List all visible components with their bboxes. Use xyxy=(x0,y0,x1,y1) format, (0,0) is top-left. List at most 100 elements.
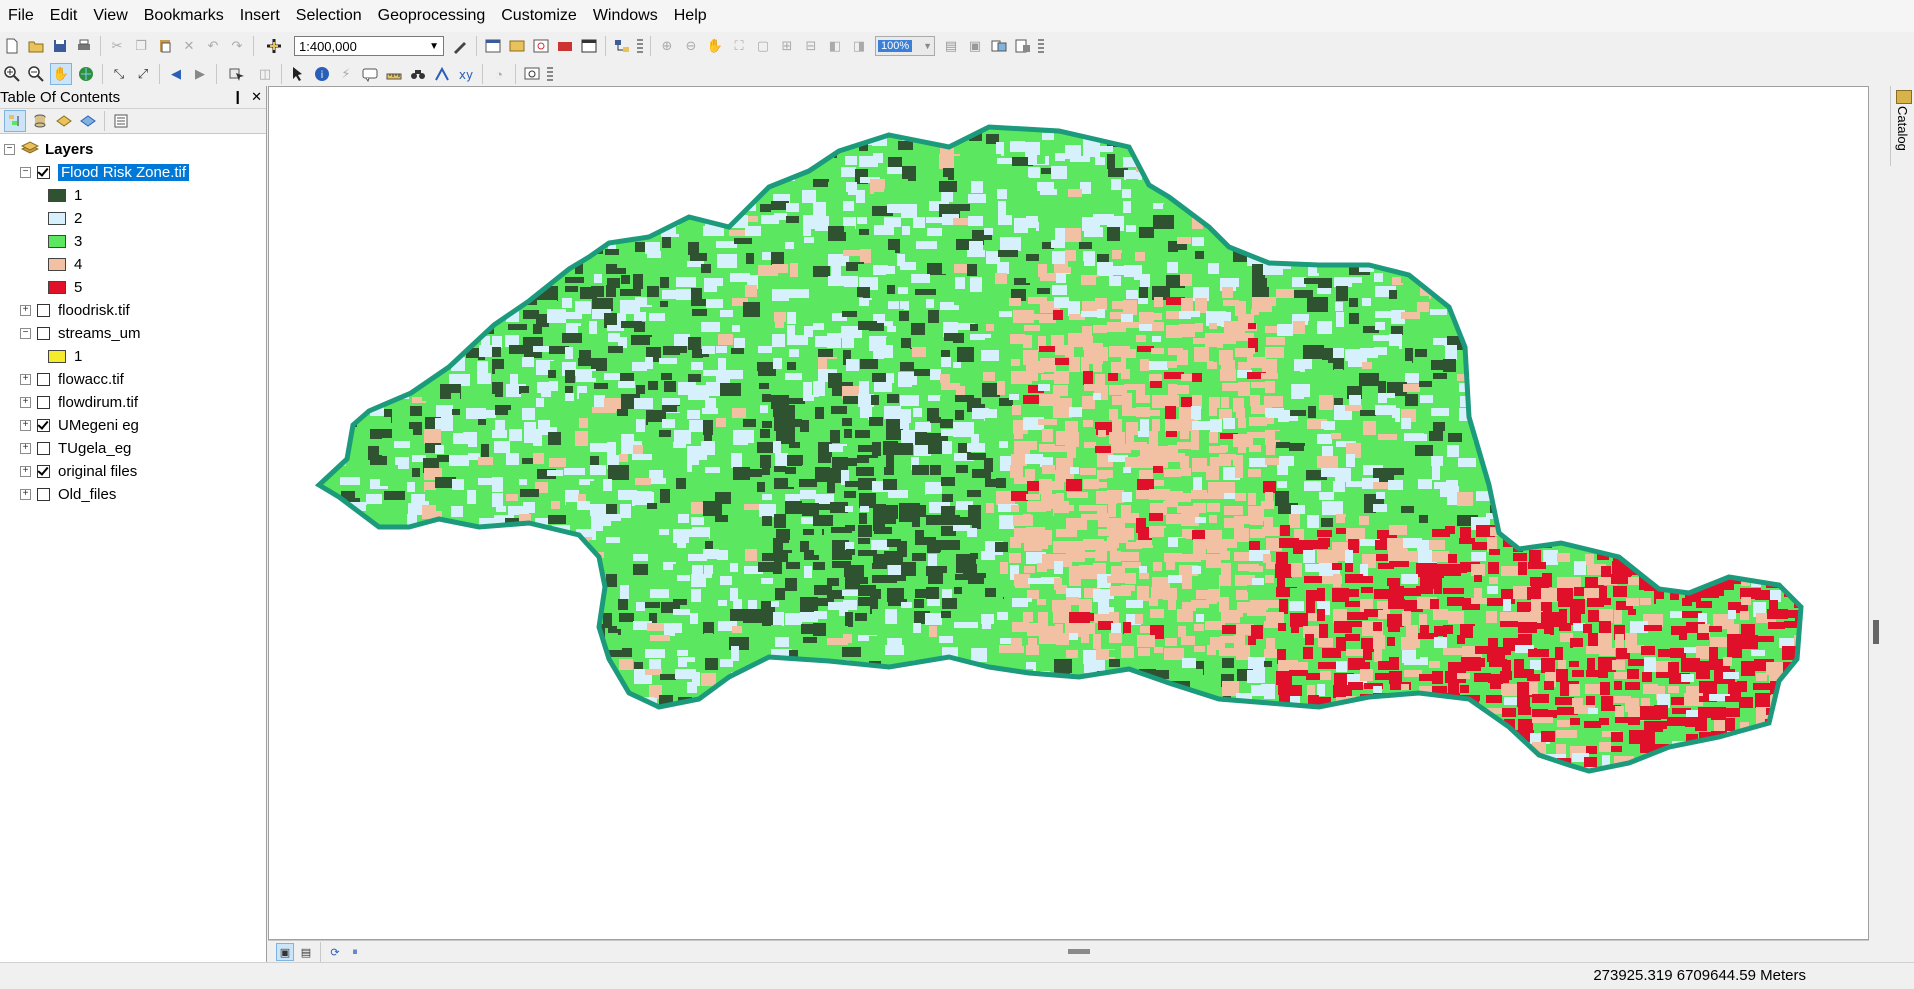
menu-windows[interactable]: Windows xyxy=(585,0,666,32)
focus-data-frame-icon[interactable]: ▣ xyxy=(965,36,985,56)
new-document-icon[interactable] xyxy=(2,36,22,56)
next-extent-icon[interactable]: ◨ xyxy=(849,36,869,56)
toggle-draft-mode-icon[interactable]: ▤ xyxy=(941,36,961,56)
full-extent-icon[interactable] xyxy=(76,64,96,84)
layer-visibility-checkbox[interactable] xyxy=(37,418,50,432)
refresh-icon[interactable]: ⟳ xyxy=(327,944,343,960)
layout-zoom-in-icon[interactable]: ⊕ xyxy=(657,36,677,56)
layer-row[interactable]: − Flood Risk Zone.tif xyxy=(20,161,191,183)
layer-row[interactable]: − streams_um xyxy=(20,322,141,344)
layer-visibility-checkbox[interactable] xyxy=(37,487,50,501)
table-of-contents-window-icon[interactable] xyxy=(483,36,503,56)
time-slider-icon[interactable]: ◔ xyxy=(489,64,509,84)
expand-icon[interactable]: + xyxy=(20,442,31,454)
menu-file[interactable]: File xyxy=(0,0,42,32)
zoom-whole-page-icon[interactable]: ⛶ xyxy=(729,36,749,56)
editor-toolbar-icon[interactable] xyxy=(450,36,470,56)
layer-name[interactable]: floodrisk.tif xyxy=(58,302,130,319)
layer-visibility-checkbox[interactable] xyxy=(37,303,50,317)
print-icon[interactable] xyxy=(74,36,94,56)
find-route-icon[interactable] xyxy=(432,64,452,84)
layer-visibility-checkbox[interactable] xyxy=(37,372,50,386)
expand-icon[interactable]: + xyxy=(20,419,31,431)
pin-icon[interactable]: ❙ xyxy=(232,89,243,105)
layer-name[interactable]: TUgela_eg xyxy=(58,440,131,457)
layer-name[interactable]: original files xyxy=(58,463,137,480)
layout-pan-icon[interactable]: ✋ xyxy=(705,36,725,56)
fixed-zoom-in-icon[interactable]: ⤡ xyxy=(109,64,129,84)
layer-row[interactable]: + UMegeni eg xyxy=(20,414,139,436)
search-window-icon[interactable] xyxy=(531,36,551,56)
horizontal-scroll-grip[interactable] xyxy=(1068,949,1090,954)
pause-drawing-icon[interactable]: ⏸ xyxy=(347,944,363,960)
undo-icon[interactable]: ↶ xyxy=(203,36,223,56)
layer-row[interactable]: + flowdirum.tif xyxy=(20,391,138,413)
pan-icon[interactable]: ✋ xyxy=(50,63,72,85)
toolbar-overflow-grip[interactable] xyxy=(547,67,553,81)
change-layout-icon[interactable] xyxy=(989,36,1009,56)
go-forward-extent-icon[interactable]: ▶ xyxy=(190,64,210,84)
layers-root[interactable]: − Layers xyxy=(4,138,93,160)
menu-geoprocessing[interactable]: Geoprocessing xyxy=(370,0,494,32)
fixed-zoom-out-icon[interactable]: ⊟ xyxy=(801,36,821,56)
legend-swatch[interactable] xyxy=(48,257,66,271)
toolbar-overflow-grip[interactable] xyxy=(637,39,643,53)
collapse-icon[interactable]: − xyxy=(20,327,31,339)
menu-view[interactable]: View xyxy=(85,0,135,32)
save-icon[interactable] xyxy=(50,36,70,56)
collapse-icon[interactable]: − xyxy=(4,143,15,155)
layer-visibility-checkbox[interactable] xyxy=(37,165,50,179)
list-by-visibility-icon[interactable] xyxy=(54,111,74,131)
clear-selection-icon[interactable]: ◫ xyxy=(255,64,275,84)
legend-swatch[interactable] xyxy=(48,349,66,363)
redo-icon[interactable]: ↷ xyxy=(227,36,247,56)
expand-icon[interactable]: + xyxy=(20,396,31,408)
expand-icon[interactable]: + xyxy=(20,488,31,500)
layout-view-icon[interactable]: ▤ xyxy=(298,944,314,960)
identify-icon[interactable]: i xyxy=(312,64,332,84)
map-scale-dropdown[interactable]: 1:400,000 ▼ xyxy=(294,36,444,56)
model-builder-icon[interactable] xyxy=(612,36,632,56)
menu-bookmarks[interactable]: Bookmarks xyxy=(136,0,232,32)
viewer-window-icon[interactable] xyxy=(522,64,542,84)
layer-name[interactable]: flowdirum.tif xyxy=(58,394,138,411)
legend-swatch[interactable] xyxy=(48,188,66,202)
zoom-out-icon[interactable] xyxy=(26,64,46,84)
find-icon[interactable] xyxy=(408,64,428,84)
layout-zoom-out-icon[interactable]: ⊖ xyxy=(681,36,701,56)
layer-name[interactable]: flowacc.tif xyxy=(58,371,124,388)
go-back-extent-icon[interactable]: ◀ xyxy=(166,64,186,84)
menu-customize[interactable]: Customize xyxy=(493,0,585,32)
menu-insert[interactable]: Insert xyxy=(232,0,288,32)
open-folder-icon[interactable] xyxy=(26,36,46,56)
expand-icon[interactable]: + xyxy=(20,304,31,316)
measure-icon[interactable] xyxy=(384,64,404,84)
cut-icon[interactable]: ✂ xyxy=(107,36,127,56)
arctoolbox-icon[interactable] xyxy=(555,36,575,56)
fixed-zoom-in-icon[interactable]: ⊞ xyxy=(777,36,797,56)
copy-icon[interactable]: ❐ xyxy=(131,36,151,56)
zoom-100-percent-icon[interactable]: ▢ xyxy=(753,36,773,56)
expand-icon[interactable]: + xyxy=(20,373,31,385)
python-window-icon[interactable] xyxy=(579,36,599,56)
fixed-zoom-out-icon[interactable]: ⤢ xyxy=(133,64,153,84)
close-icon[interactable]: ✕ xyxy=(251,89,262,105)
layer-visibility-checkbox[interactable] xyxy=(37,326,50,340)
layer-row[interactable]: + TUgela_eg xyxy=(20,437,131,459)
paste-icon[interactable] xyxy=(155,36,175,56)
layer-visibility-checkbox[interactable] xyxy=(37,441,50,455)
list-by-drawing-order-icon[interactable] xyxy=(4,110,26,132)
html-popup-icon[interactable] xyxy=(360,64,380,84)
layout-zoom-dropdown[interactable]: 100% ▼ xyxy=(875,36,935,56)
menu-edit[interactable]: Edit xyxy=(42,0,86,32)
layer-row[interactable]: + Old_files xyxy=(20,483,116,505)
collapse-icon[interactable]: − xyxy=(20,166,31,178)
data-view-icon[interactable]: ▣ xyxy=(276,943,294,961)
legend-swatch[interactable] xyxy=(48,234,66,248)
data-driven-pages-icon[interactable] xyxy=(1013,36,1033,56)
zoom-in-icon[interactable] xyxy=(2,64,22,84)
legend-swatch[interactable] xyxy=(48,211,66,225)
catalog-side-tab[interactable]: Catalog xyxy=(1890,86,1914,166)
menu-selection[interactable]: Selection xyxy=(288,0,370,32)
vertical-scroll-grip[interactable] xyxy=(1873,620,1879,644)
